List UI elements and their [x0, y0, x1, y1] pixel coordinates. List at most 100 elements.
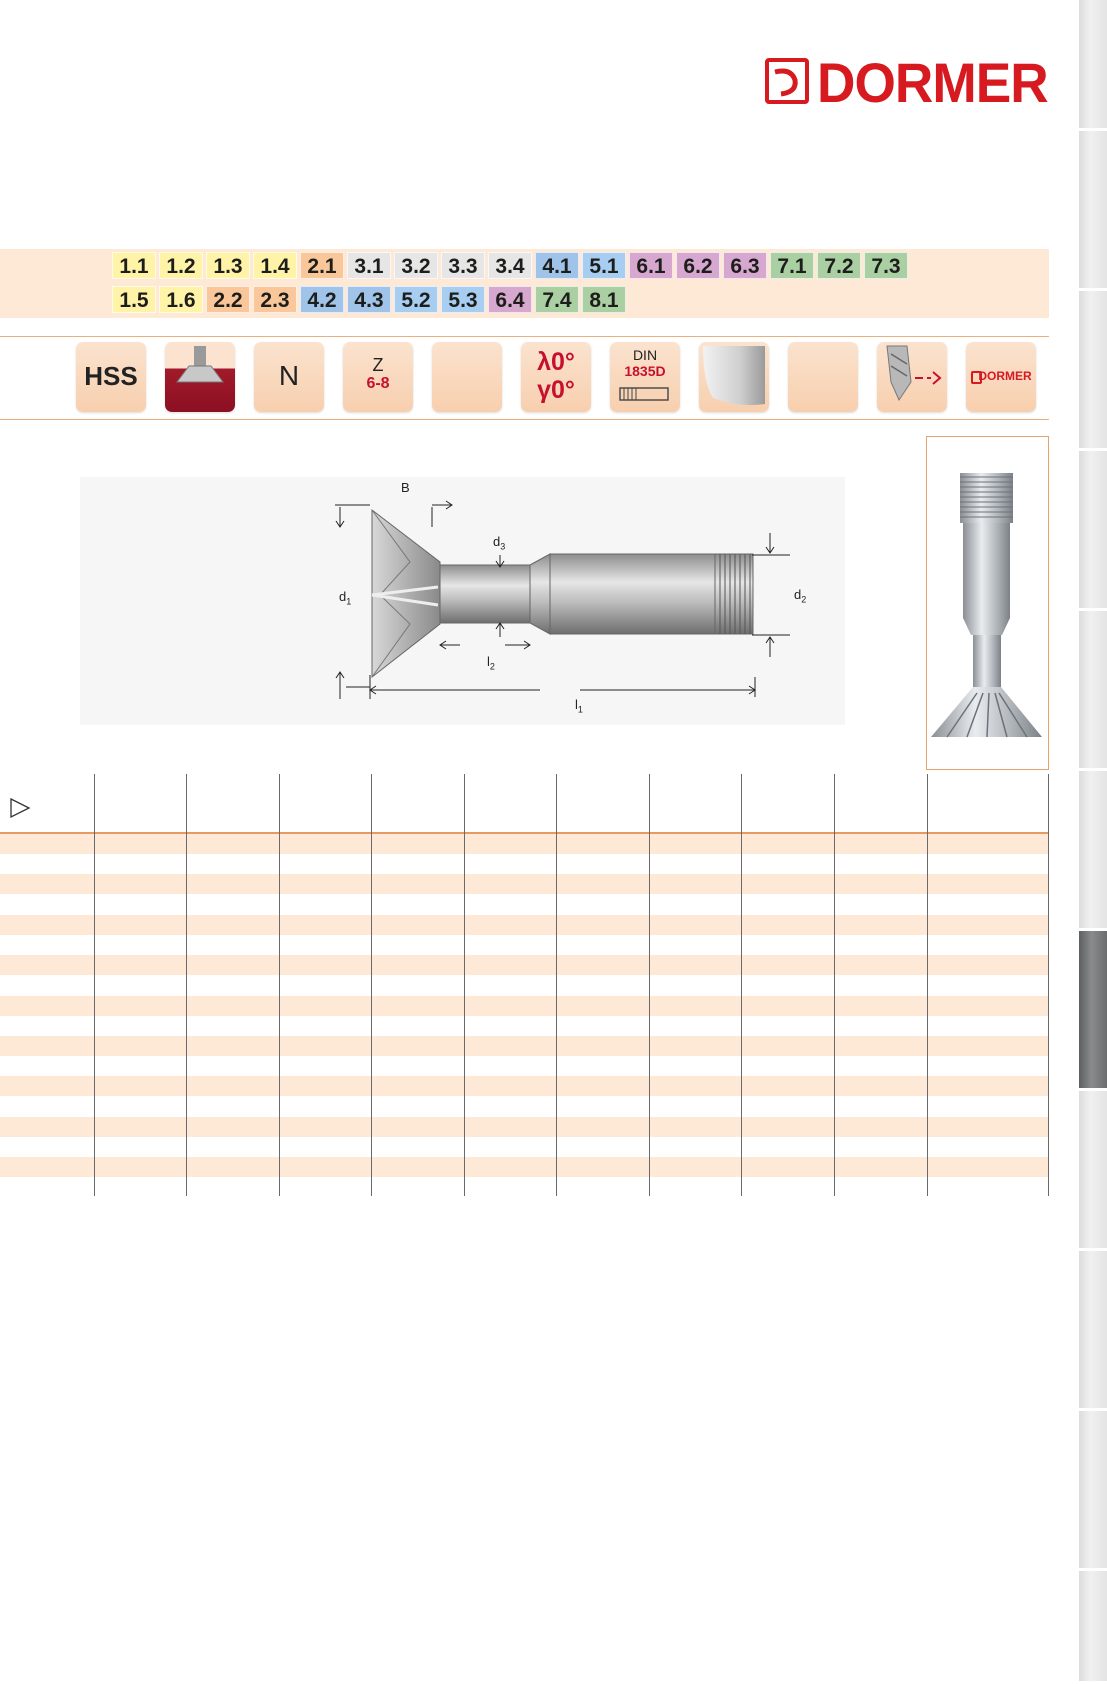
dimension-table — [0, 774, 1049, 1196]
material-chip-6-4: 6.4 — [488, 286, 532, 313]
side-tab-8[interactable] — [1079, 1091, 1107, 1251]
dim-label-d2: d2 — [794, 587, 806, 605]
side-tab-2[interactable] — [1079, 131, 1107, 291]
cutter-photo-image — [931, 473, 1042, 738]
side-tab-1[interactable] — [1079, 0, 1107, 131]
side-tab-10[interactable] — [1079, 1411, 1107, 1571]
table-row — [0, 935, 1049, 955]
technical-drawing: B d1 d2 d3 l1 l2 — [80, 477, 845, 725]
table-row — [0, 834, 1049, 854]
table-row — [0, 1116, 1049, 1137]
dormer-logo-text: DORMER — [817, 51, 1049, 114]
table-row — [0, 1076, 1049, 1097]
table-row — [0, 1157, 1049, 1178]
table-row — [0, 955, 1049, 976]
rake-angle-label: γ0° — [537, 376, 575, 404]
table-row — [0, 1097, 1049, 1117]
material-chip-7-1: 7.1 — [770, 252, 814, 279]
material-chip-3-3: 3.3 — [441, 252, 485, 279]
cutter-drawing — [335, 500, 790, 699]
material-chip-2-2: 2.2 — [206, 286, 250, 313]
dormer-brand-icon: DORMER — [966, 342, 1036, 412]
table-row — [0, 854, 1049, 874]
blank-icon-2 — [788, 342, 858, 412]
side-tab-9[interactable] — [1079, 1251, 1107, 1411]
material-chip-5-2: 5.2 — [394, 286, 438, 313]
material-chip-2-1: 2.1 — [300, 252, 344, 279]
din-label: DIN — [632, 347, 658, 363]
table-column-rule — [556, 774, 557, 1196]
dim-l1-sub: 1 — [577, 704, 583, 715]
table-column-rule — [927, 774, 928, 1196]
table-header — [0, 774, 1049, 834]
material-chip-6-2: 6.2 — [676, 252, 720, 279]
side-tab-11[interactable] — [1079, 1571, 1107, 1684]
table-column-rule — [279, 774, 280, 1196]
material-chip-7-2: 7.2 — [817, 252, 861, 279]
teeth-range-label: 6-8 — [366, 375, 390, 392]
material-chip-1-2: 1.2 — [159, 252, 203, 279]
din-shank-icon: DIN 1835D — [610, 342, 680, 412]
material-chip-8-1: 8.1 — [582, 286, 626, 313]
dormer-logo-icon — [765, 58, 809, 104]
table-column-rule — [464, 774, 465, 1196]
material-chip-5-1: 5.1 — [582, 252, 626, 279]
side-tab-4[interactable] — [1079, 451, 1107, 611]
dim-d1-sub: 1 — [346, 596, 352, 607]
material-groups: 1.1 1.2 1.3 1.4 2.1 3.1 3.2 3.3 3.4 4.1 5.1 6.1 6.2 6… — [0, 249, 1049, 318]
material-chip-6-1: 6.1 — [629, 252, 673, 279]
shank-icon — [619, 387, 669, 401]
dim-label-l1: l1 — [575, 697, 583, 715]
dim-label-l2: l2 — [487, 654, 495, 672]
product-photo — [926, 436, 1049, 770]
material-chip-7-4: 7.4 — [535, 286, 579, 313]
blank-icon-1 — [432, 342, 502, 412]
teeth-z-label: Z — [372, 355, 384, 375]
table-column-rule — [1048, 774, 1049, 1196]
table-column-rule — [834, 774, 835, 1196]
material-chip-3-2: 3.2 — [394, 252, 438, 279]
type-n-icon: N — [254, 342, 324, 412]
material-chip-5-3: 5.3 — [441, 286, 485, 313]
table-row — [0, 975, 1049, 995]
type-n-label: N — [278, 360, 300, 391]
dovetail-coating-icon — [165, 342, 235, 412]
material-chip-2-3: 2.3 — [253, 286, 297, 313]
din-number-label: 1835D — [624, 363, 666, 379]
dim-label-d1: d1 — [339, 589, 351, 607]
dim-label-d3: d3 — [493, 534, 505, 552]
surface-finish-icon — [699, 342, 769, 412]
table-column-rule — [94, 774, 95, 1196]
dim-label-b: B — [401, 480, 410, 495]
table-row — [0, 895, 1049, 915]
dim-l2-sub: 2 — [489, 661, 495, 672]
helix-rake-icon: λ0° γ0° — [521, 342, 591, 412]
material-chip-1-4: 1.4 — [253, 252, 297, 279]
table-column-rule — [371, 774, 372, 1196]
material-chip-4-2: 4.2 — [300, 286, 344, 313]
side-tab-5[interactable] — [1079, 611, 1107, 771]
material-chip-6-3: 6.3 — [723, 252, 767, 279]
triangle-arrow-icon — [10, 797, 31, 819]
side-tab-3[interactable] — [1079, 291, 1107, 451]
material-chip-1-1: 1.1 — [112, 252, 156, 279]
table-row — [0, 1056, 1049, 1076]
material-chip-1-6: 1.6 — [159, 286, 203, 313]
table-row — [0, 995, 1049, 1016]
material-chip-3-4: 3.4 — [488, 252, 532, 279]
table-row — [0, 874, 1049, 895]
table-row — [0, 1137, 1049, 1157]
side-tab-7-active[interactable] — [1079, 931, 1107, 1091]
dormer-small-mark — [971, 371, 982, 384]
dim-d2-sub: 2 — [801, 594, 807, 605]
table-column-rule — [741, 774, 742, 1196]
table-row — [0, 914, 1049, 935]
material-chip-1-3: 1.3 — [206, 252, 250, 279]
teeth-count-icon: Z 6-8 — [343, 342, 413, 412]
dormer-logo: DORMER — [765, 51, 1051, 114]
material-chip-1-5: 1.5 — [112, 286, 156, 313]
material-chip-4-1: 4.1 — [535, 252, 579, 279]
side-tab-6[interactable] — [1079, 771, 1107, 931]
material-chip-4-3: 4.3 — [347, 286, 391, 313]
cutting-direction-icon — [877, 342, 947, 412]
